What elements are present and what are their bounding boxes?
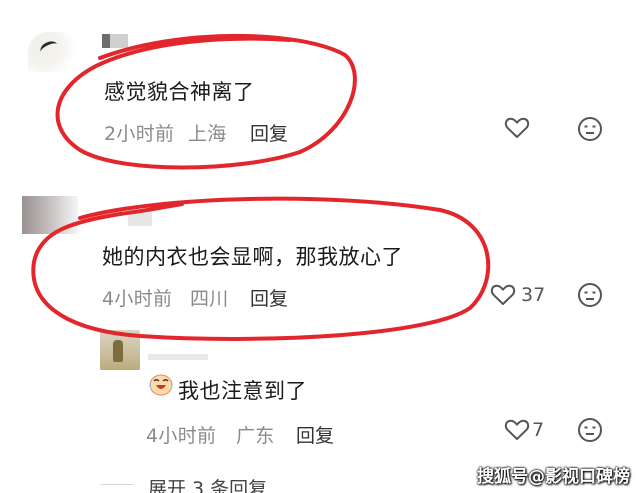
neutral-face-icon[interactable] [577,282,603,308]
reply-button[interactable]: 回复 [250,119,288,146]
comment-location: 上海 [188,123,227,145]
crying-laughing-emoji [149,374,173,396]
comment-time: 4小时前 [102,288,173,310]
reply-button[interactable]: 回复 [296,421,334,448]
divider [100,484,134,485]
like-count: 37 [521,284,546,306]
watermark: 搜狐号@影视口碑榜 [477,467,630,487]
reply-button[interactable]: 回复 [250,284,288,311]
like-count: 7 [532,419,545,441]
reply-time: 4小时前 [146,425,217,447]
comment-location: 四川 [190,288,229,310]
comment-text: 她的内衣也会显啊，那我放心了 [102,245,403,269]
comment-time: 2小时前 [104,123,175,145]
username-redacted [102,34,128,48]
neutral-face-icon[interactable] [577,417,603,443]
avatar[interactable] [100,330,140,370]
heart-icon[interactable] [504,116,530,140]
heart-icon[interactable] [504,418,530,442]
reply-text: 我也注意到了 [178,379,307,403]
reply-location: 广东 [236,425,275,447]
comment-text: 感觉貌合神离了 [104,80,255,104]
username-redacted [128,210,152,226]
username-redacted [148,354,208,360]
expand-replies-button[interactable]: 展开 3 条回复 [148,474,267,493]
avatar[interactable] [22,196,78,234]
avatar[interactable] [28,32,80,72]
neutral-face-icon[interactable] [577,116,603,142]
heart-icon[interactable] [490,283,516,307]
